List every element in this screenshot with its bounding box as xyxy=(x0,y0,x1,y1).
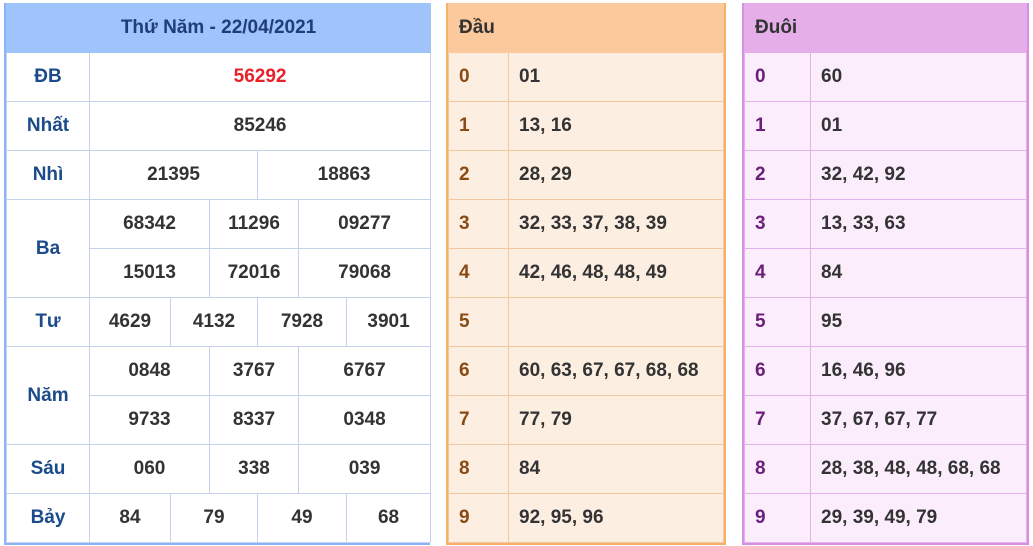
dau-values: 28, 29 xyxy=(508,150,724,200)
prize-label-fourth: Tư xyxy=(6,297,90,347)
duoi-digit: 7 xyxy=(744,395,811,445)
seventh-prize-value: 84 xyxy=(89,493,171,543)
dau-values: 84 xyxy=(508,444,724,494)
seventh-prize-value: 68 xyxy=(345,493,432,543)
duoi-digit: 6 xyxy=(744,346,811,396)
fifth-prize-value: 8337 xyxy=(209,395,299,445)
second-prize-value: 18863 xyxy=(256,150,432,200)
dau-digit: 4 xyxy=(448,248,509,298)
seventh-prize-value: 49 xyxy=(257,493,347,543)
seventh-prize-value: 79 xyxy=(170,493,258,543)
duoi-values: 28, 38, 48, 48, 68, 68 xyxy=(810,444,1027,494)
duoi-values: 32, 42, 92 xyxy=(810,150,1027,200)
duoi-values: 01 xyxy=(810,101,1027,151)
fifth-prize-value: 0848 xyxy=(89,346,210,396)
duoi-digit: 8 xyxy=(744,444,811,494)
prize-label-first: Nhất xyxy=(6,101,90,151)
dau-digit: 0 xyxy=(448,52,509,102)
results-title: Thứ Năm - 22/04/2021 xyxy=(5,3,432,53)
second-prize-value: 21395 xyxy=(89,150,258,200)
dau-digit: 6 xyxy=(448,346,509,396)
duoi-header: Đuôi xyxy=(744,3,811,53)
third-prize-value: 15013 xyxy=(89,248,210,298)
fourth-prize-value: 3901 xyxy=(345,297,432,347)
duoi-table: Đuôi 0 60 1 01 2 32, 42, 92 3 13, 33, 63 4 84… xyxy=(742,3,1029,545)
third-prize-value: 11296 xyxy=(209,199,299,249)
fourth-prize-value: 4132 xyxy=(170,297,258,347)
dau-digit: 5 xyxy=(448,297,509,347)
dau-values: 32, 33, 37, 38, 39 xyxy=(508,199,724,249)
duoi-header-blank xyxy=(810,3,1027,53)
fourth-prize-value: 4629 xyxy=(89,297,171,347)
duoi-values: 95 xyxy=(810,297,1027,347)
duoi-values: 84 xyxy=(810,248,1027,298)
prize-label-second: Nhì xyxy=(6,150,90,200)
duoi-values: 13, 33, 63 xyxy=(810,199,1027,249)
duoi-values: 37, 67, 67, 77 xyxy=(810,395,1027,445)
dau-values: 01 xyxy=(508,52,724,102)
dau-digit: 2 xyxy=(448,150,509,200)
third-prize-value: 79068 xyxy=(297,248,432,298)
prize-label-third: Ba xyxy=(6,199,90,298)
fourth-prize-value: 7928 xyxy=(257,297,347,347)
third-prize-value: 68342 xyxy=(89,199,210,249)
dau-table: Đầu 0 01 1 13, 16 2 28, 29 3 32, 33, 37, 38,… xyxy=(446,3,726,545)
fifth-prize-value: 0348 xyxy=(297,395,432,445)
dau-digit: 7 xyxy=(448,395,509,445)
dau-values: 77, 79 xyxy=(508,395,724,445)
dau-digit: 3 xyxy=(448,199,509,249)
dau-values: 60, 63, 67, 67, 68, 68 xyxy=(508,346,724,396)
dau-values: 13, 16 xyxy=(508,101,724,151)
dau-digit: 9 xyxy=(448,493,509,543)
sixth-prize-value: 338 xyxy=(209,444,299,494)
sixth-prize-value: 039 xyxy=(297,444,432,494)
duoi-values: 16, 46, 96 xyxy=(810,346,1027,396)
dau-values: 92, 95, 96 xyxy=(508,493,724,543)
fifth-prize-value: 9733 xyxy=(89,395,210,445)
duoi-digit: 3 xyxy=(744,199,811,249)
duoi-digit: 4 xyxy=(744,248,811,298)
dau-header: Đầu xyxy=(448,3,509,53)
dau-digit: 8 xyxy=(448,444,509,494)
prize-label-special: ĐB xyxy=(6,52,90,102)
duoi-digit: 5 xyxy=(744,297,811,347)
duoi-values: 29, 39, 49, 79 xyxy=(810,493,1027,543)
duoi-digit: 2 xyxy=(744,150,811,200)
duoi-digit: 0 xyxy=(744,52,811,102)
sixth-prize-value: 060 xyxy=(89,444,210,494)
prize-label-sixth: Sáu xyxy=(6,444,90,494)
duoi-values: 60 xyxy=(810,52,1027,102)
first-prize-value: 85246 xyxy=(88,101,432,151)
results-table: Thứ Năm - 22/04/2021 ĐB 56292 Nhất 85246… xyxy=(4,3,432,545)
prize-label-fifth: Năm xyxy=(6,346,90,445)
duoi-digit: 1 xyxy=(744,101,811,151)
fifth-prize-value: 6767 xyxy=(297,346,432,396)
dau-values: 42, 46, 48, 48, 49 xyxy=(508,248,724,298)
dau-values xyxy=(508,297,724,347)
dau-header-blank xyxy=(508,3,724,53)
prize-label-seventh: Bảy xyxy=(6,493,90,543)
duoi-digit: 9 xyxy=(744,493,811,543)
third-prize-value: 09277 xyxy=(297,199,432,249)
fifth-prize-value: 3767 xyxy=(209,346,299,396)
third-prize-value: 72016 xyxy=(209,248,299,298)
dau-digit: 1 xyxy=(448,101,509,151)
special-prize-value: 56292 xyxy=(88,52,432,102)
